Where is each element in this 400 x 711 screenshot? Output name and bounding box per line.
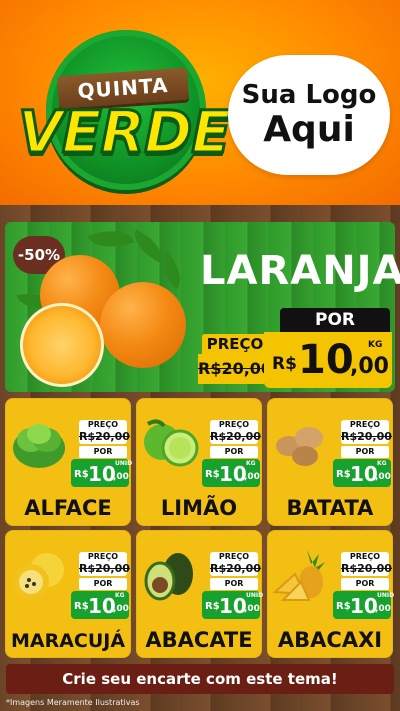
price-dec: ,00 (113, 604, 129, 614)
lime-icon (140, 416, 200, 475)
featured-price-int: 10 (298, 337, 354, 383)
cta-banner[interactable]: Crie seu encarte com este tema! (6, 664, 394, 694)
price-int: 10 (88, 594, 116, 618)
por-label: POR (79, 578, 127, 590)
old-price: R$20,00 (210, 430, 261, 443)
preco-label: PREÇO (218, 420, 250, 429)
unit: KG (377, 460, 387, 467)
preco-tag: PREÇO R$20,00 (341, 420, 392, 444)
price-int: 10 (350, 594, 378, 618)
price-box: R$ 10,00 KG (71, 591, 129, 619)
unit: UNID (115, 460, 133, 467)
product-card: PREÇO R$20,00 POR R$ 10,00 KG LIMÃO (136, 398, 262, 526)
old-price: R$20,00 (341, 562, 392, 575)
featured-unit: KG (368, 340, 383, 350)
preco-tag: PREÇO R$20,00 (79, 420, 130, 444)
logo-line-2: Aqui (263, 109, 355, 150)
preco-tag: PREÇO R$20,00 (210, 420, 261, 444)
badge-main-text: VERDE (17, 97, 233, 168)
por-label: POR (341, 446, 389, 458)
featured-price-dec: ,00 (350, 354, 389, 379)
header-banner: QUINTA VERDE Sua Logo Aqui (0, 0, 400, 205)
product-card: PREÇO R$20,00 POR R$ 10,00 UNID ALFACE (5, 398, 133, 526)
product-card: PREÇO R$20,00 POR R$ 10,00 UNID ABACAXI (267, 530, 395, 658)
por-label: POR (341, 578, 389, 590)
preco-label: PREÇO (87, 552, 119, 561)
price-dec: ,00 (113, 472, 129, 482)
preco-label: PREÇO (218, 552, 250, 561)
old-price: R$20,00 (79, 430, 130, 443)
featured-price-box: R$ 10 ,00 KG (264, 332, 392, 388)
product-card: PREÇO R$20,00 POR R$ 10,00 KG BATATA (267, 398, 393, 526)
lettuce-icon (9, 416, 69, 475)
price-int: 10 (219, 462, 247, 486)
preco-tag: PREÇO R$20,00 (79, 552, 130, 576)
price-int: 10 (219, 594, 247, 618)
preco-label: PREÇO (349, 420, 381, 429)
product-name: ABACAXI (277, 628, 383, 652)
avocado-icon (140, 548, 200, 607)
currency: R$ (74, 469, 89, 480)
potato-icon (271, 416, 331, 475)
featured-por-label: POR (280, 308, 390, 332)
logo-placeholder: Sua Logo Aqui (228, 55, 390, 175)
logo-line-1: Sua Logo (241, 80, 377, 110)
price-dec: ,00 (244, 472, 260, 482)
por-label: POR (210, 578, 258, 590)
product-card: PREÇO R$20,00 POR R$ 10,00 UNID ABACATE (136, 530, 264, 658)
currency: R$ (205, 469, 220, 480)
unit: KG (115, 592, 125, 599)
preco-label: PREÇO (87, 420, 119, 429)
product-card: PREÇO R$20,00 POR R$ 10,00 KG MARACUJÁ (5, 530, 131, 658)
old-price: R$20,00 (79, 562, 130, 575)
por-label: POR (79, 446, 127, 458)
unit: KG (246, 460, 256, 467)
pineapple-icon (271, 548, 331, 607)
product-name: BATATA (286, 496, 374, 520)
footnote: *Imagens Meramente Ilustrativas (6, 698, 140, 707)
price-box: R$ 10,00 UNID (333, 591, 395, 619)
price-dec: ,00 (375, 604, 391, 614)
preco-tag: PREÇO R$20,00 (210, 552, 261, 576)
price-int: 10 (88, 462, 116, 486)
price-dec: ,00 (244, 604, 260, 614)
featured-currency: R$ (272, 354, 297, 374)
unit: UNID (377, 592, 395, 599)
price-int: 10 (350, 462, 378, 486)
passion-fruit-icon (9, 548, 69, 607)
price-box: R$ 10,00 UNID (202, 591, 264, 619)
product-name: ABACATE (145, 628, 253, 652)
currency: R$ (336, 469, 351, 480)
por-label: POR (210, 446, 258, 458)
currency: R$ (205, 601, 220, 612)
price-box: R$ 10,00 UNID (71, 459, 133, 487)
preco-label: PREÇO (349, 552, 381, 561)
product-name: LIMÃO (160, 496, 238, 520)
featured-preco-label: PREÇO (202, 334, 268, 354)
currency: R$ (336, 601, 351, 612)
preco-tag: PREÇO R$20,00 (341, 552, 392, 576)
price-dec: ,00 (375, 472, 391, 482)
unit: UNID (246, 592, 264, 599)
old-price: R$20,00 (341, 430, 392, 443)
old-price: R$20,00 (210, 562, 261, 575)
quinta-verde-badge: QUINTA VERDE (17, 20, 232, 195)
featured-product-name: LARANJA (200, 248, 400, 294)
currency: R$ (74, 601, 89, 612)
product-name: ALFACE (24, 496, 112, 520)
featured-old-price: R$20,00 (198, 354, 272, 384)
price-box: R$ 10,00 KG (202, 459, 260, 487)
product-name: MARACUJÁ (10, 630, 126, 652)
price-box: R$ 10,00 KG (333, 459, 391, 487)
